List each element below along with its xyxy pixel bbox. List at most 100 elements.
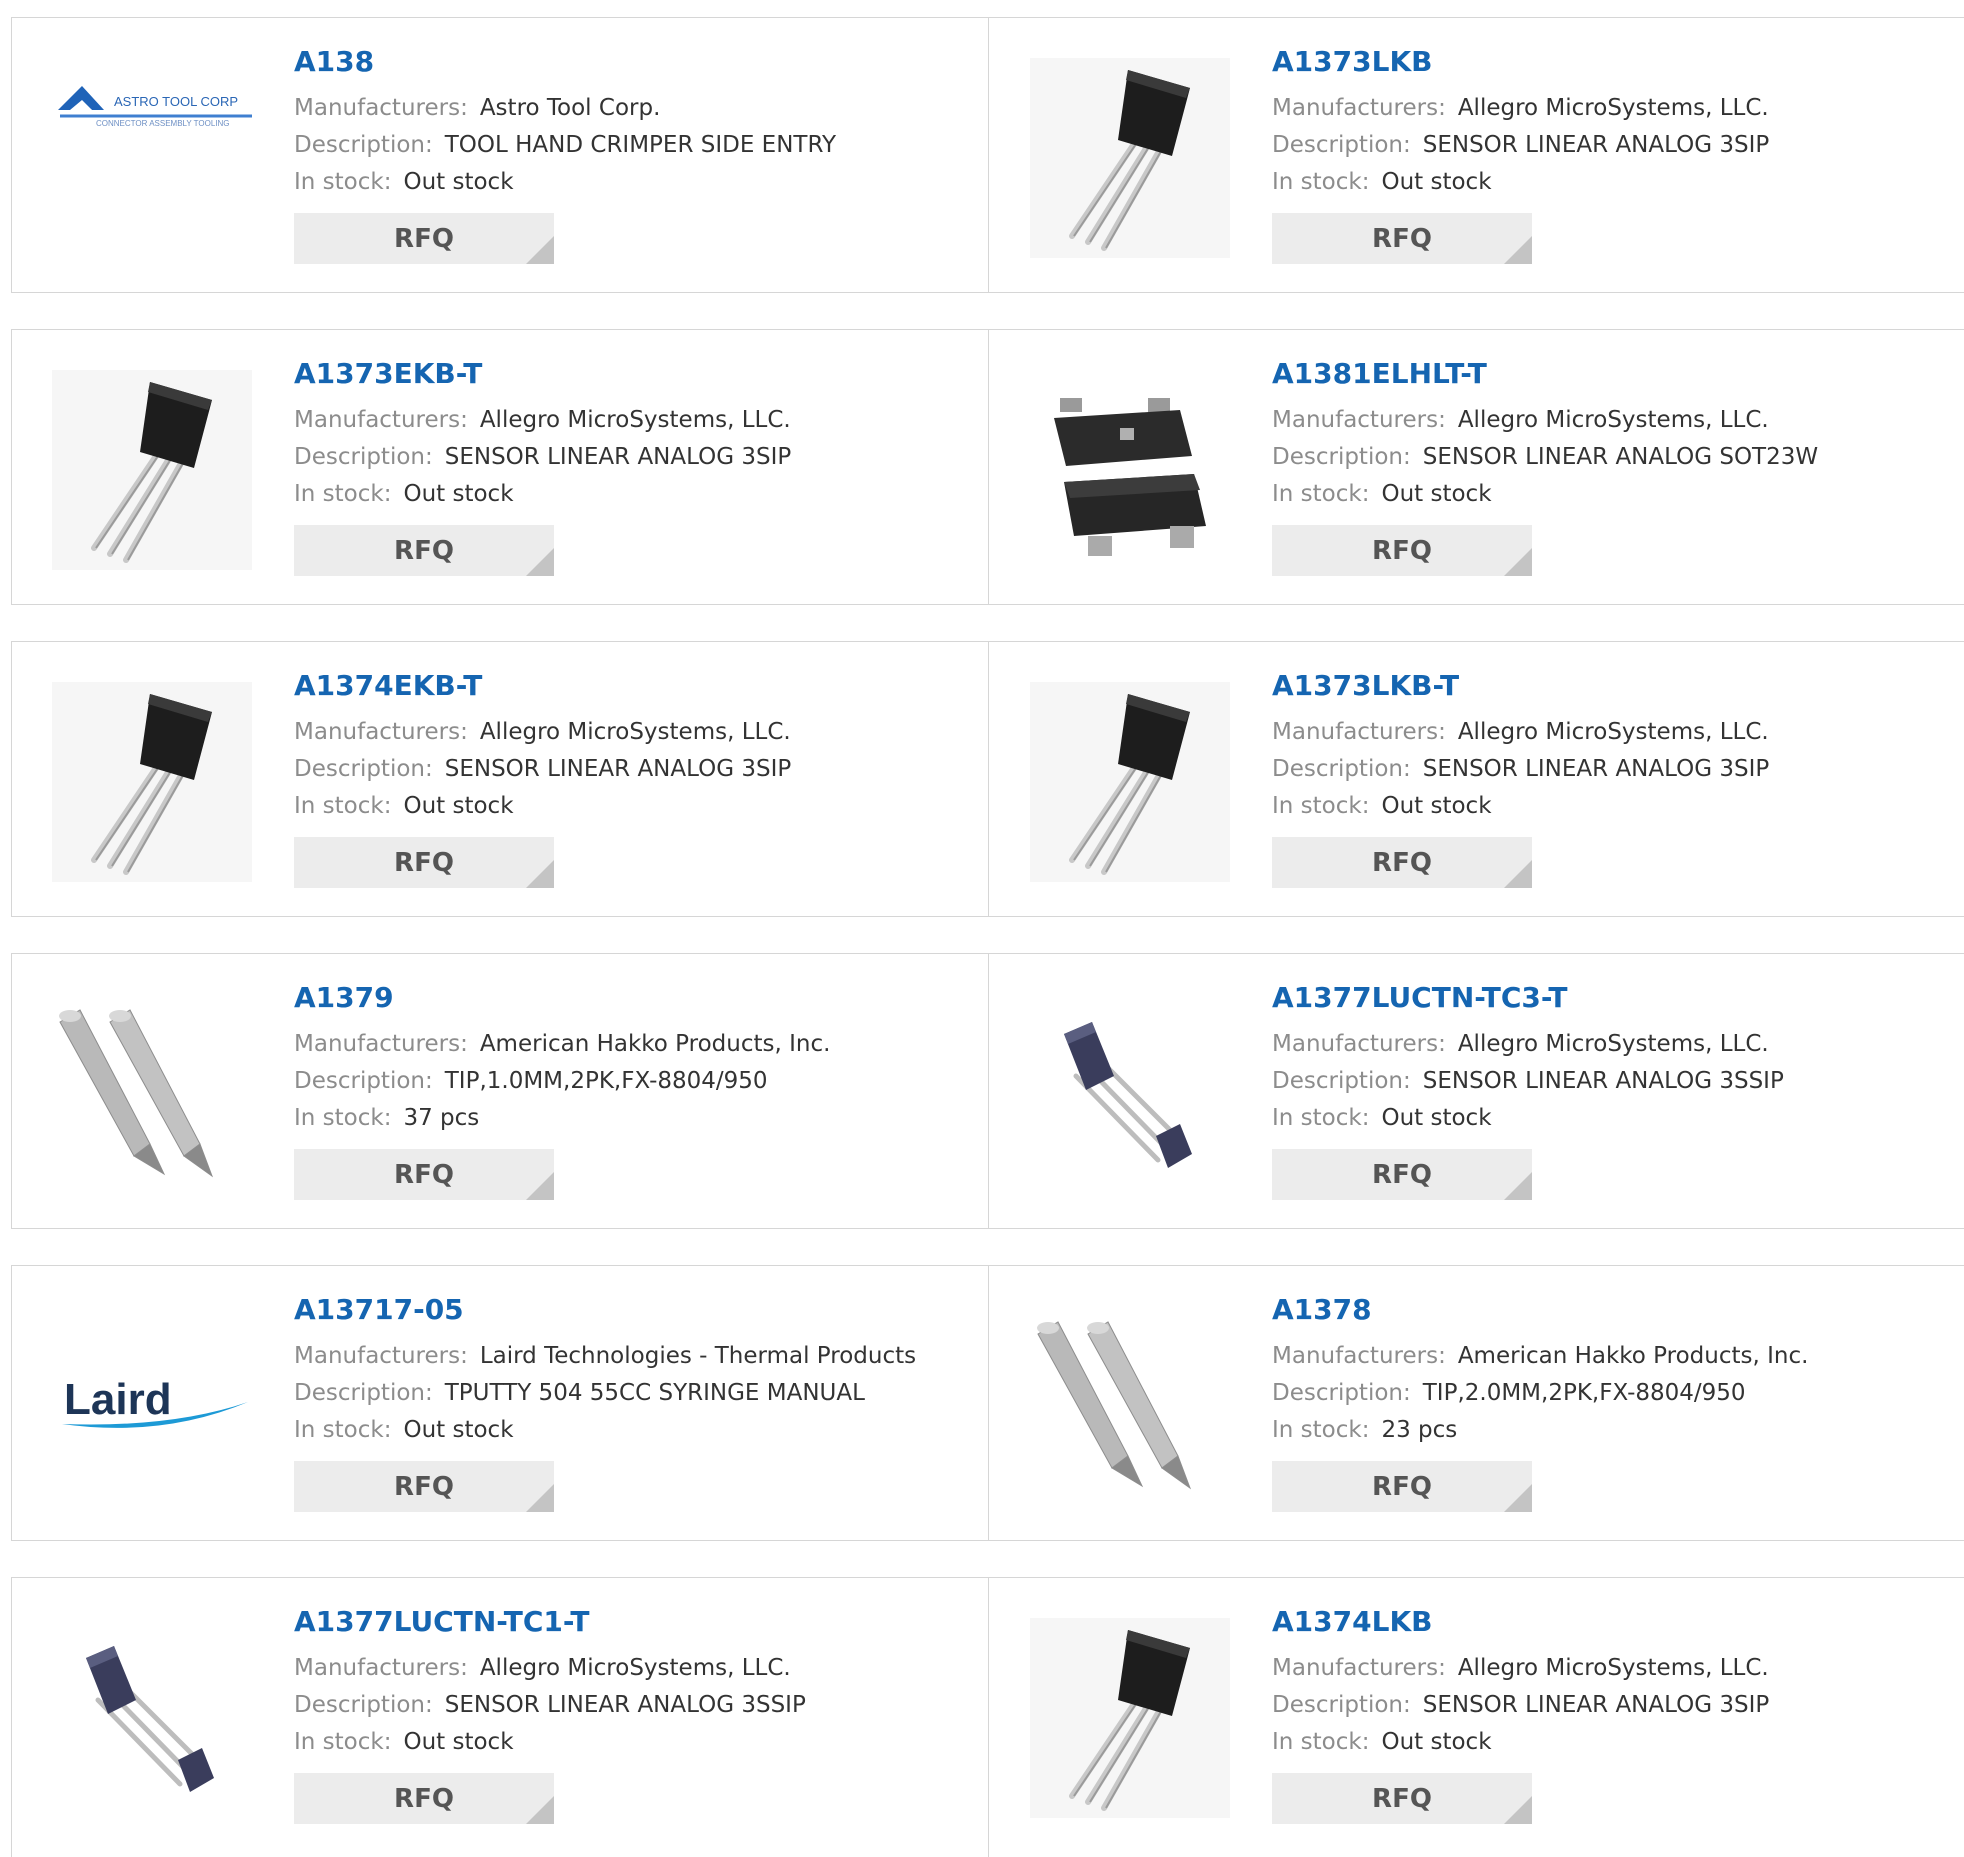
product-image[interactable] xyxy=(52,1618,252,1818)
product-info: A13717-05 Manufacturers: Laird Technologi… xyxy=(294,1292,916,1512)
stock-line: In stock: Out stock xyxy=(294,788,791,825)
rfq-button[interactable]: RFQ xyxy=(294,525,554,576)
rfq-button[interactable]: RFQ xyxy=(1272,837,1532,888)
stock-line: In stock: Out stock xyxy=(1272,788,1769,825)
product-row: A1379 Manufacturers: American Hakko Produ… xyxy=(11,953,1964,1229)
rfq-button[interactable]: RFQ xyxy=(294,1773,554,1824)
3ssip-sensor-image xyxy=(1030,994,1230,1194)
manufacturer-label: Manufacturers: xyxy=(1272,407,1446,433)
product-image[interactable] xyxy=(1030,370,1230,570)
manufacturer-line: Manufacturers: American Hakko Products, I… xyxy=(1272,1338,1808,1375)
stock-label: In stock: xyxy=(294,1105,392,1131)
product-image[interactable] xyxy=(1030,1306,1230,1506)
3sip-sensor-image xyxy=(1030,682,1230,882)
description-line: Description: SENSOR LINEAR ANALOG 3SSIP xyxy=(294,1687,806,1724)
corner-triangle-icon xyxy=(1504,1484,1532,1512)
rfq-label: RFQ xyxy=(394,1159,454,1190)
manufacturer-line: Manufacturers: Allegro MicroSystems, LLC. xyxy=(1272,402,1818,439)
product-image[interactable]: ASTRO TOOL CORP CONNECTOR ASSEMBLY TOOLI… xyxy=(52,58,252,258)
description-label: Description: xyxy=(294,1380,433,1406)
corner-triangle-icon xyxy=(1504,1172,1532,1200)
logo-text: Laird xyxy=(64,1375,172,1424)
product-row: A1374EKB-T Manufacturers: Allegro MicroSy… xyxy=(11,641,1964,917)
part-number-link[interactable]: A1377LUCTN-TC1-T xyxy=(294,1604,806,1640)
rfq-button[interactable]: RFQ xyxy=(1272,525,1532,576)
rfq-label: RFQ xyxy=(1372,847,1432,878)
rfq-button[interactable]: RFQ xyxy=(294,213,554,264)
product-card: A1377LUCTN-TC3-T Manufacturers: Allegro M… xyxy=(990,954,1964,1228)
part-number-link[interactable]: A1379 xyxy=(294,980,830,1016)
description-label: Description: xyxy=(1272,756,1411,782)
manufacturer-value: American Hakko Products, Inc. xyxy=(1457,1343,1809,1369)
stock-label: In stock: xyxy=(294,1417,392,1443)
rfq-button[interactable]: RFQ xyxy=(294,837,554,888)
manufacturer-value: Allegro MicroSystems, LLC. xyxy=(1457,1031,1769,1057)
stock-label: In stock: xyxy=(1272,481,1370,507)
manufacturer-value: Allegro MicroSystems, LLC. xyxy=(479,407,791,433)
product-image[interactable] xyxy=(1030,994,1230,1194)
rfq-button[interactable]: RFQ xyxy=(294,1461,554,1512)
stock-label: In stock: xyxy=(1272,1729,1370,1755)
manufacturer-label: Manufacturers: xyxy=(1272,1655,1446,1681)
product-info: A1374LKB Manufacturers: Allegro MicroSyst… xyxy=(1272,1604,1769,1824)
description-value: SENSOR LINEAR ANALOG 3SIP xyxy=(1422,1692,1770,1718)
description-line: Description: SENSOR LINEAR ANALOG 3SIP xyxy=(1272,127,1769,164)
part-number-link[interactable]: A1381ELHLT-T xyxy=(1272,356,1818,392)
product-image[interactable] xyxy=(1030,1618,1230,1818)
part-number-link[interactable]: A138 xyxy=(294,44,836,80)
logo-text: ASTRO TOOL CORP xyxy=(114,94,238,109)
stock-value: Out stock xyxy=(403,1729,514,1755)
stock-line: In stock: Out stock xyxy=(1272,476,1818,513)
rfq-button[interactable]: RFQ xyxy=(294,1149,554,1200)
laird-logo: Laird xyxy=(62,1375,248,1428)
description-label: Description: xyxy=(294,756,433,782)
part-number-link[interactable]: A1374EKB-T xyxy=(294,668,791,704)
product-image[interactable] xyxy=(1030,58,1230,258)
manufacturer-value: Allegro MicroSystems, LLC. xyxy=(1457,719,1769,745)
manufacturer-line: Manufacturers: Laird Technologies - Therm… xyxy=(294,1338,916,1375)
description-label: Description: xyxy=(1272,132,1411,158)
rfq-button[interactable]: RFQ xyxy=(1272,1149,1532,1200)
description-value: SENSOR LINEAR ANALOG 3SIP xyxy=(444,444,792,470)
product-image[interactable] xyxy=(52,994,252,1194)
product-card: A1373EKB-T Manufacturers: Allegro MicroSy… xyxy=(12,330,989,604)
part-number-link[interactable]: A1374LKB xyxy=(1272,1604,1769,1640)
product-card: A1373LKB-T Manufacturers: Allegro MicroSy… xyxy=(990,642,1964,916)
part-number-link[interactable]: A1373LKB-T xyxy=(1272,668,1769,704)
corner-triangle-icon xyxy=(1504,236,1532,264)
stock-line: In stock: Out stock xyxy=(1272,164,1769,201)
rfq-button[interactable]: RFQ xyxy=(1272,213,1532,264)
description-line: Description: SENSOR LINEAR ANALOG 3SIP xyxy=(1272,1687,1769,1724)
description-value: SENSOR LINEAR ANALOG 3SSIP xyxy=(1422,1068,1784,1094)
3sip-sensor-image xyxy=(1030,58,1230,258)
stock-line: In stock: 37 pcs xyxy=(294,1100,830,1137)
corner-triangle-icon xyxy=(526,860,554,888)
part-number-link[interactable]: A1378 xyxy=(1272,1292,1808,1328)
part-number-link[interactable]: A1377LUCTN-TC3-T xyxy=(1272,980,1784,1016)
product-image[interactable] xyxy=(1030,682,1230,882)
stock-value: 37 pcs xyxy=(403,1105,480,1131)
stock-line: In stock: Out stock xyxy=(294,1412,916,1449)
rfq-button[interactable]: RFQ xyxy=(1272,1461,1532,1512)
part-number-link[interactable]: A1373LKB xyxy=(1272,44,1769,80)
product-image[interactable]: Laird xyxy=(52,1306,252,1506)
rfq-button[interactable]: RFQ xyxy=(1272,1773,1532,1824)
manufacturer-line: Manufacturers: Allegro MicroSystems, LLC. xyxy=(1272,90,1769,127)
product-info: A1373EKB-T Manufacturers: Allegro MicroSy… xyxy=(294,356,791,576)
part-number-link[interactable]: A1373EKB-T xyxy=(294,356,791,392)
description-label: Description: xyxy=(1272,1068,1411,1094)
description-value: SENSOR LINEAR ANALOG 3SIP xyxy=(1422,756,1770,782)
product-image[interactable] xyxy=(52,682,252,882)
product-card: A1377LUCTN-TC1-T Manufacturers: Allegro M… xyxy=(12,1578,989,1857)
description-label: Description: xyxy=(1272,444,1411,470)
corner-triangle-icon xyxy=(526,548,554,576)
part-number-link[interactable]: A13717-05 xyxy=(294,1292,916,1328)
description-label: Description: xyxy=(1272,1380,1411,1406)
description-label: Description: xyxy=(1272,1692,1411,1718)
manufacturer-line: Manufacturers: Allegro MicroSystems, LLC. xyxy=(1272,1650,1769,1687)
stock-label: In stock: xyxy=(294,793,392,819)
product-card: A1379 Manufacturers: American Hakko Produ… xyxy=(12,954,989,1228)
product-image[interactable] xyxy=(52,370,252,570)
solder-tips-image xyxy=(52,994,252,1194)
manufacturer-value: Allegro MicroSystems, LLC. xyxy=(1457,407,1769,433)
